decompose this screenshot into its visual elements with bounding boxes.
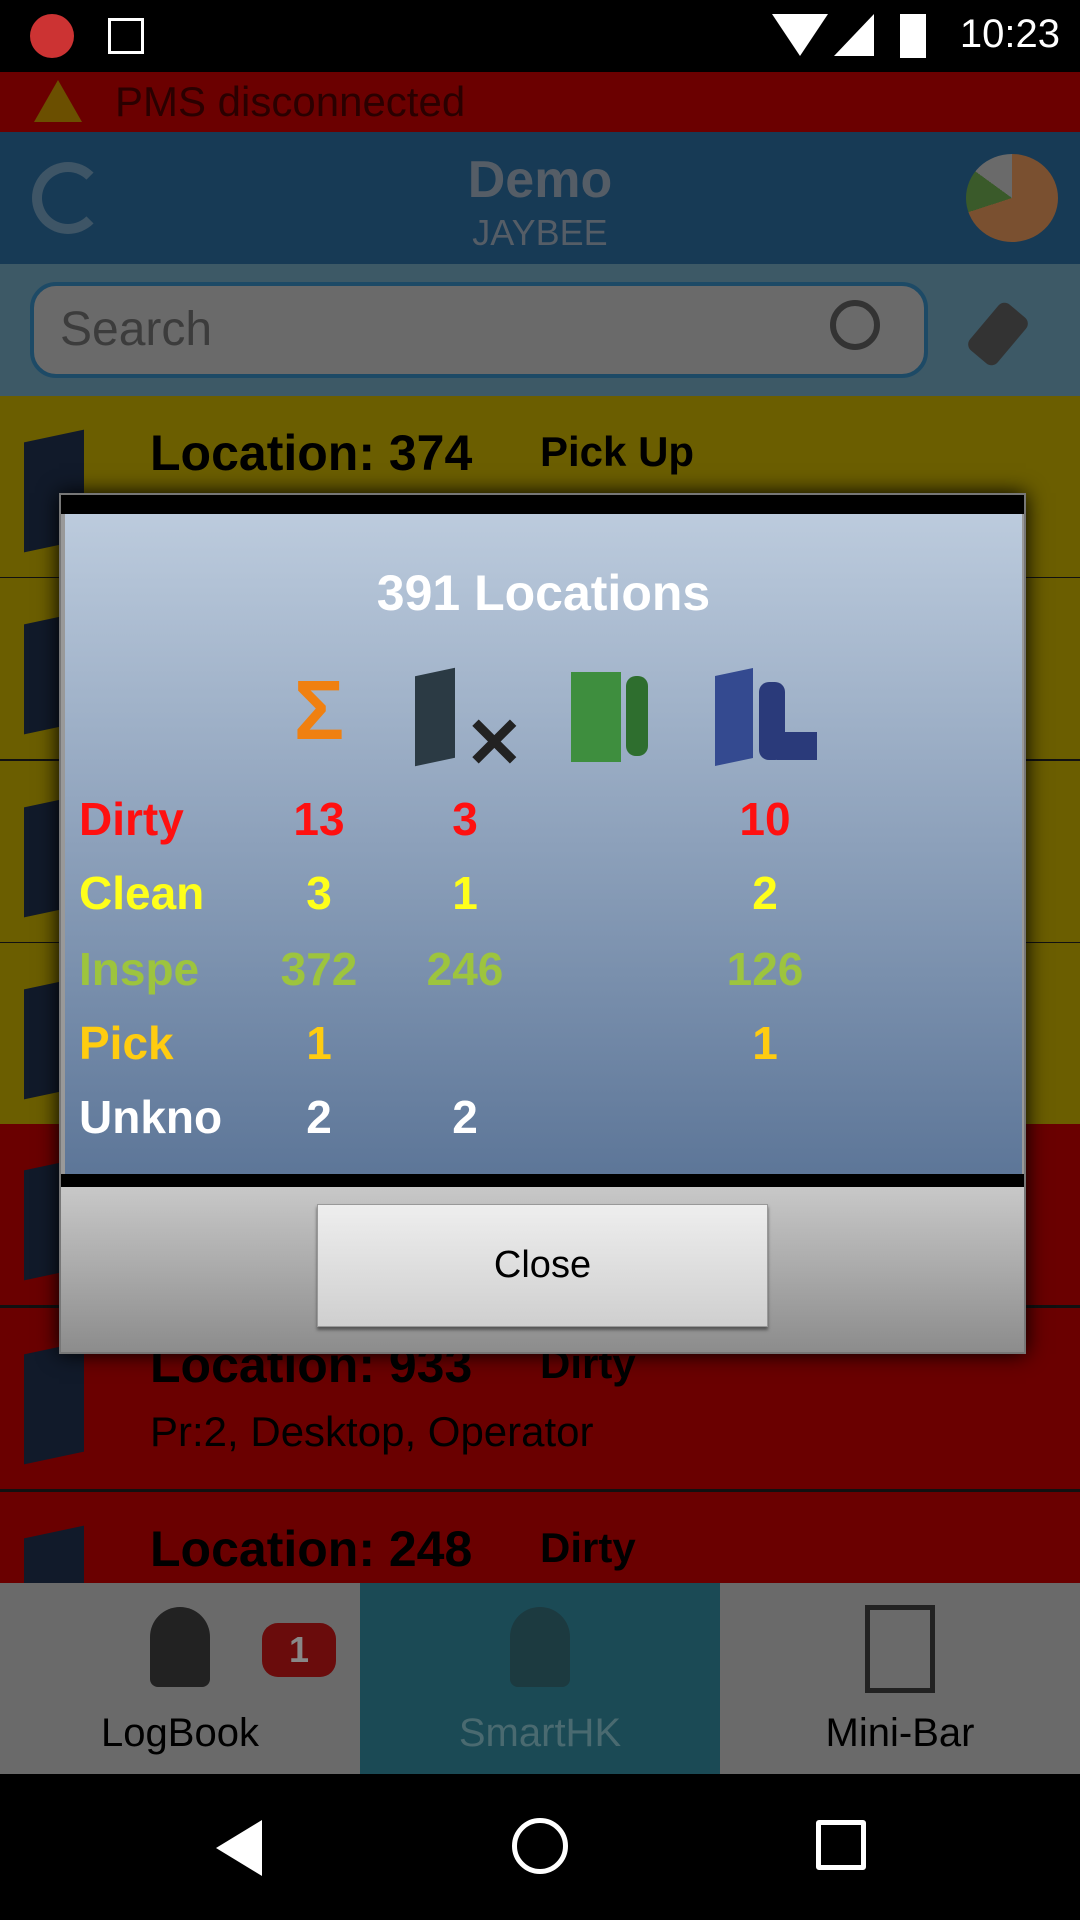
count-cell: 246 xyxy=(426,943,504,995)
status-row-label: Pick xyxy=(79,1017,174,1069)
count-cell: 10 xyxy=(739,793,791,845)
back-icon[interactable] xyxy=(216,1820,262,1876)
clock: 10:23 xyxy=(959,12,1060,56)
status-label: Dirty xyxy=(540,1524,636,1571)
vacant-dirty-icon xyxy=(24,1341,84,1465)
image-icon xyxy=(108,18,144,54)
status-label: Pick Up xyxy=(540,428,695,475)
location-label: Location: 248 xyxy=(150,1521,473,1577)
door-icon xyxy=(24,1525,84,1583)
count-cell: 13 xyxy=(293,793,345,845)
status-row-label: Unkno xyxy=(79,1091,223,1143)
search-bar: Search xyxy=(0,264,1080,396)
pie-chart-icon[interactable] xyxy=(966,154,1058,242)
location-label: Location: 374 xyxy=(150,425,473,481)
locations-summary-dialog: 391 Locations Σ ✕ Dirty 13 3 10 Clean 3 1 2 Insp… xyxy=(59,493,1026,1354)
battery-icon xyxy=(900,14,926,58)
occupied-icon xyxy=(571,662,671,762)
tab-label: Mini-Bar xyxy=(825,1711,975,1755)
count-cell: 3 xyxy=(452,793,478,845)
page-title: Demo xyxy=(467,151,613,209)
search-icon[interactable] xyxy=(830,300,880,350)
system-nav-bar xyxy=(0,1774,1080,1920)
operator-icon xyxy=(150,1607,210,1687)
status-row-label: Clean xyxy=(79,867,205,919)
count-cell: 2 xyxy=(752,867,778,919)
count-cell: 372 xyxy=(280,943,358,995)
departure-icon xyxy=(715,662,817,767)
notification-badge: 1 xyxy=(262,1623,336,1677)
count-cell: 1 xyxy=(306,1017,332,1069)
tab-smarthk[interactable]: SmartHK xyxy=(360,1583,720,1774)
wifi-icon xyxy=(772,14,828,56)
dialog-title: 391 Locations xyxy=(376,565,711,621)
tab-minibar[interactable]: Mini-Bar xyxy=(720,1583,1080,1774)
home-icon[interactable] xyxy=(512,1818,568,1874)
recents-icon[interactable] xyxy=(816,1820,866,1870)
close-button[interactable]: Close xyxy=(317,1204,768,1327)
tab-logbook[interactable]: 1 LogBook xyxy=(0,1583,360,1774)
housekeeper-icon xyxy=(510,1607,570,1687)
count-cell: 2 xyxy=(306,1091,332,1143)
app-avatar-icon xyxy=(30,14,74,58)
list-item[interactable]: Location: 248 Dirty xyxy=(0,1492,1080,1583)
vacant-icon: ✕ xyxy=(415,662,524,782)
pin-icon[interactable] xyxy=(964,299,1032,369)
tab-label: LogBook xyxy=(101,1711,259,1755)
bottom-nav: 1 LogBook SmartHK Mini-Bar xyxy=(0,1583,1080,1774)
signal-icon xyxy=(834,14,874,56)
count-cell: 2 xyxy=(452,1091,478,1143)
tab-label: SmartHK xyxy=(458,1711,622,1755)
status-bar: 10:23 xyxy=(0,0,1080,72)
count-cell: 1 xyxy=(452,867,478,919)
count-cell: 1 xyxy=(752,1017,778,1069)
page-subtitle: JAYBEE xyxy=(472,212,608,253)
header: Demo JAYBEE xyxy=(0,132,1080,264)
warning-icon xyxy=(34,80,82,122)
banner-text: PMS disconnected xyxy=(115,78,466,125)
detail-label: Pr:2, Desktop, Operator xyxy=(150,1408,594,1455)
search-input[interactable]: Search xyxy=(30,282,928,378)
summary-content: 391 Locations Σ ✕ Dirty 13 3 10 Clean 3 1 2 Insp… xyxy=(65,514,1022,1174)
count-cell: 126 xyxy=(726,943,804,995)
minibar-icon xyxy=(865,1605,935,1693)
pms-banner: PMS disconnected xyxy=(0,72,1080,132)
status-row-label: Dirty xyxy=(79,793,184,845)
sum-icon: Σ xyxy=(293,663,345,757)
count-cell: 3 xyxy=(306,867,332,919)
status-row-label: Inspe xyxy=(79,943,200,995)
